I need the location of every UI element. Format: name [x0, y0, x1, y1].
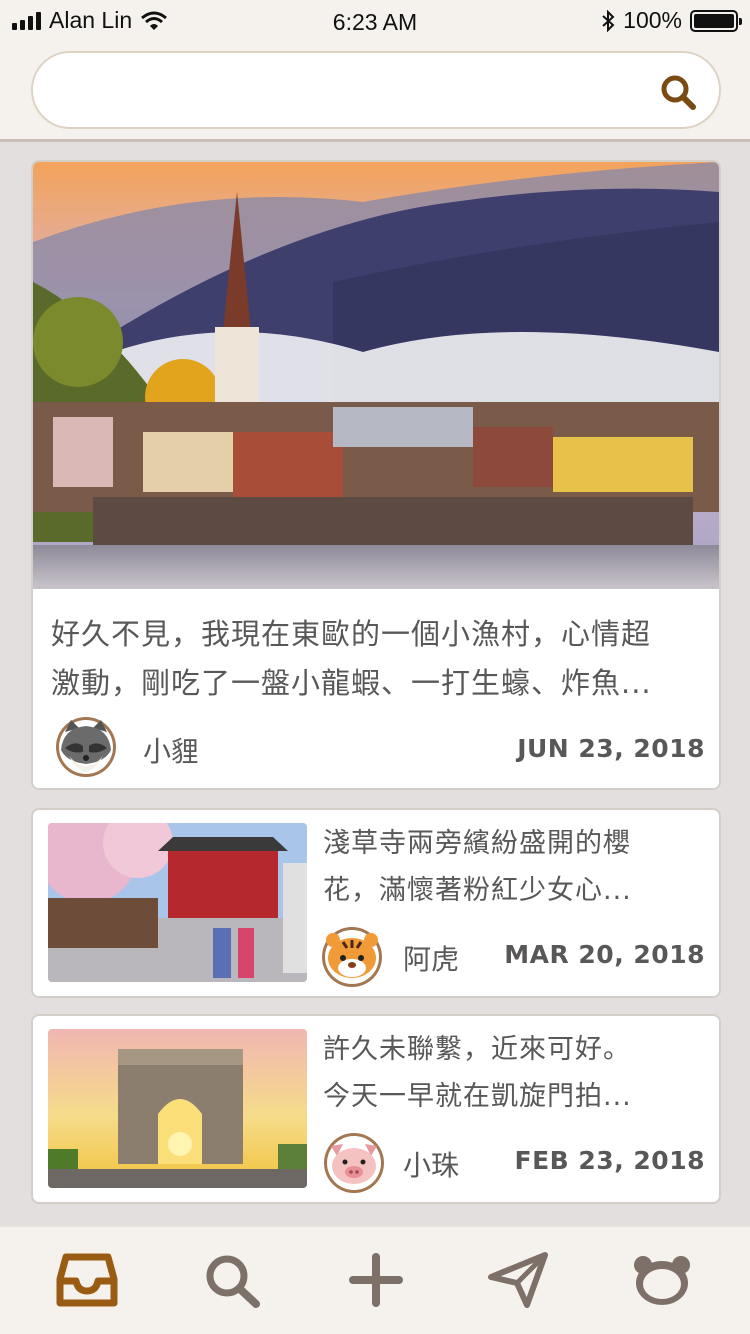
post-card[interactable]: 淺草寺兩旁繽紛盛開的櫻 花，滿懷著粉紅少女心... 阿虎 MAR 20, 201… — [31, 808, 721, 998]
post-excerpt: 淺草寺兩旁繽紛盛開的櫻 花，滿懷著粉紅少女心... — [323, 820, 703, 914]
plus-icon[interactable] — [345, 1251, 407, 1309]
author-name: 阿虎 — [403, 943, 460, 976]
post-date: MAR 20, 2018 — [504, 940, 705, 969]
send-icon[interactable] — [487, 1251, 549, 1309]
post-date: FEB 23, 2018 — [514, 1146, 705, 1175]
search-icon[interactable] — [201, 1251, 263, 1309]
post-card[interactable]: 許久未聯繫，近來可好。 今天一早就在凱旋門拍... 小珠 FEB 23, 201… — [31, 1014, 721, 1204]
status-bar: Alan Lin 6:23 AM 100% — [0, 0, 750, 40]
battery-percent: 100% — [623, 7, 682, 33]
temple-cherry-blossom-photo — [48, 823, 307, 982]
excerpt-line: 淺草寺兩旁繽紛盛開的櫻 — [323, 828, 631, 859]
tiger-avatar[interactable] — [321, 926, 383, 988]
author-name: 小珠 — [403, 1149, 460, 1182]
search-bar — [31, 51, 721, 129]
excerpt-line: 許久未聯繫，近來可好。 — [323, 1034, 631, 1065]
post-excerpt: 許久未聯繫，近來可好。 今天一早就在凱旋門拍... — [323, 1026, 703, 1120]
bluetooth-icon — [602, 9, 615, 32]
bear-icon[interactable] — [631, 1251, 693, 1309]
header — [0, 40, 750, 142]
excerpt-line: 好久不見，我現在東歐的一個小漁村，心情超 — [51, 617, 652, 651]
arc-de-triomphe-photo — [48, 1029, 307, 1188]
lakeside-village-photo — [33, 162, 719, 589]
battery-icon — [690, 9, 742, 32]
author-name: 小貍 — [143, 735, 200, 768]
search-icon[interactable] — [659, 73, 697, 111]
inbox-icon[interactable] — [56, 1251, 118, 1309]
excerpt-line: 花，滿懷著粉紅少女心... — [323, 875, 632, 906]
raccoon-avatar[interactable] — [55, 716, 117, 778]
post-card-large[interactable]: 好久不見，我現在東歐的一個小漁村，心情超 激動，剛吃了一盤小龍蝦、一打生蠔、炸魚… — [31, 160, 721, 790]
pig-avatar[interactable] — [323, 1132, 385, 1194]
post-date: JUN 23, 2018 — [517, 734, 705, 763]
search-input[interactable] — [63, 71, 653, 111]
tab-bar — [0, 1225, 750, 1334]
post-excerpt: 好久不見，我現在東歐的一個小漁村，心情超 激動，剛吃了一盤小龍蝦、一打生蠔、炸魚… — [51, 610, 701, 708]
excerpt-line: 今天一早就在凱旋門拍... — [323, 1081, 632, 1112]
excerpt-line: 激動，剛吃了一盤小龍蝦、一打生蠔、炸魚... — [51, 666, 652, 700]
